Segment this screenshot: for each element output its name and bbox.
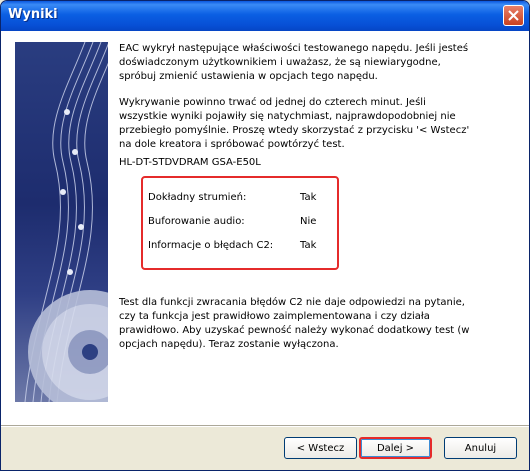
close-button[interactable] <box>503 5 524 26</box>
window-title: Wyniki <box>8 7 58 22</box>
c2-note-paragraph: Test dla funkcji zwracania błędów C2 nie… <box>119 297 470 350</box>
music-cd-graphic <box>15 42 108 402</box>
property-label-c2-errors: Informacje o błędach C2: <box>148 240 274 251</box>
property-value-audio-cache: Nie <box>300 216 317 227</box>
property-label-accurate-stream: Dokładny strumień: <box>148 192 247 203</box>
separator <box>1 425 529 427</box>
next-button[interactable]: Dalej > <box>359 437 432 459</box>
cancel-button[interactable]: Anuluj <box>444 437 517 459</box>
results-dialog: Wyniki EAC wykrył następujące właściwośc… <box>0 0 530 471</box>
duration-paragraph: Wykrywanie powinno trwać od jednej do cz… <box>119 97 470 150</box>
property-value-accurate-stream: Tak <box>300 192 317 203</box>
property-value-c2-errors: Tak <box>300 240 317 251</box>
intro-paragraph: EAC wykrył następujące właściwości testo… <box>119 43 469 82</box>
back-button[interactable]: < Wstecz <box>284 437 357 459</box>
device-name: HL-DT-STDVDRAM GSA-E50L <box>119 157 261 168</box>
title-bar[interactable]: Wyniki <box>1 1 529 31</box>
property-label-audio-cache: Buforowanie audio: <box>148 216 245 227</box>
wizard-panel: EAC wykrył następujące właściwości testo… <box>1 31 529 425</box>
close-icon <box>508 10 519 21</box>
